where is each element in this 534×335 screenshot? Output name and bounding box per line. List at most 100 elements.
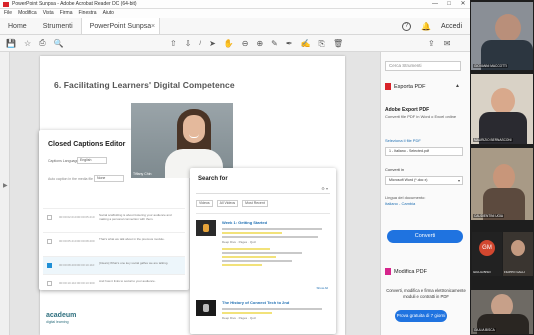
result-show-all[interactable]: Show All	[316, 286, 328, 290]
participant-name: CAUDIENTINI UGIA	[473, 214, 505, 218]
search-result[interactable]: Week 1: Getting Started Deep Dive · Page…	[196, 220, 330, 290]
participant-tile[interactable]: FILIPPO GALLI	[503, 232, 533, 276]
maximize-button[interactable]: □	[442, 0, 456, 9]
export-pdf-section[interactable]: Esporta PDF	[385, 83, 425, 90]
search-panel: Search for ⚙ ▾ Videos All Videos Most Re…	[190, 168, 336, 334]
mail-icon[interactable]: ✉	[444, 39, 451, 48]
caption-row[interactable]: 00:00:10.110 00:00:13.300 And how it lin…	[43, 274, 185, 292]
participant-head	[495, 14, 521, 42]
menu-aiuto[interactable]: Aiuto	[103, 9, 114, 18]
result-title[interactable]: Week 1: Getting Started	[222, 220, 267, 225]
filter-all-videos[interactable]: All Videos	[216, 200, 239, 207]
caption-row[interactable]: 00:00:02.010 00:00:05.210 Social scaffol…	[43, 208, 185, 226]
window-title: PowerPoint Sunpsa - Adobe Acrobat Reader…	[12, 1, 137, 7]
caption-checkbox[interactable]	[47, 281, 52, 286]
delete-icon[interactable]: 🗑	[333, 39, 343, 48]
print-icon[interactable]: ⎙	[39, 38, 45, 48]
sign-icon[interactable]: ✍	[301, 39, 311, 48]
hand-icon[interactable]: ✋	[224, 39, 234, 48]
modify-pdf-label: Modifica PDF	[394, 268, 428, 275]
participant-tile[interactable]: GIULIA BISCA	[471, 290, 533, 334]
tab-strumenti[interactable]: Strumenti	[35, 18, 81, 34]
result-line	[222, 236, 318, 238]
free-trial-button[interactable]: Prova gratuita di 7 giorni	[395, 310, 447, 322]
participant-tile[interactable]: MAURIZIO BERNASCONI	[471, 74, 533, 144]
filter-most-recent[interactable]: Most Recent	[242, 200, 268, 207]
save-icon[interactable]: 💾	[6, 39, 16, 48]
caption-checkbox[interactable]	[47, 263, 52, 268]
left-nav-strip: ▶	[0, 52, 10, 335]
selected-file-field[interactable]: 1 - Italiano - Selected.pdf	[385, 147, 463, 156]
export-pdf-icon	[385, 83, 391, 90]
close-tab-icon[interactable]: ×	[151, 18, 155, 35]
caption-checkbox[interactable]	[47, 239, 52, 244]
export-pdf-label: Esporta PDF	[394, 83, 426, 90]
menu-finestra[interactable]: Finestra	[79, 9, 97, 18]
window-controls: — □ ✕	[428, 0, 470, 9]
caption-end: 00:00:10.110	[77, 263, 95, 267]
result-thumbnail[interactable]	[196, 300, 216, 316]
search-icon[interactable]: 🔍	[54, 39, 64, 48]
participant-avatar: GM	[479, 240, 495, 256]
caption-checkbox[interactable]	[47, 215, 52, 220]
convert-to-label: Converti in	[385, 167, 405, 172]
participant-tile[interactable]: GM GIULIA BISO	[472, 232, 502, 276]
chevron-up-icon[interactable]: ▲	[455, 83, 460, 89]
search-options-icon[interactable]: ⚙ ▾	[321, 186, 328, 191]
star-icon[interactable]: ☆	[24, 39, 31, 48]
expand-left-pane-icon[interactable]: ▶	[3, 182, 8, 189]
attach-icon[interactable]: ⎘	[319, 39, 325, 49]
menu-file[interactable]: File	[4, 9, 12, 18]
participant-tile[interactable]: GIOVANNI MACCOTTI	[471, 2, 533, 70]
filter-videos[interactable]: Videos	[196, 200, 213, 207]
comment-icon[interactable]: ✎	[271, 39, 278, 48]
adobe-export-desc: Converti file PDF in Word o Excel online	[385, 114, 457, 119]
participant-head	[493, 164, 515, 190]
close-button[interactable]: ✕	[456, 0, 470, 9]
result-highlight	[222, 232, 282, 234]
search-tools-input[interactable]: Cerca Strumenti	[385, 61, 461, 71]
result-meta: Deep Dive · Pages · Quiz	[222, 240, 257, 244]
minimize-button[interactable]: —	[428, 0, 442, 9]
acadeum-logo: acadeum	[46, 312, 77, 319]
caption-row-selected[interactable]: 00:00:08.200 00:00:10.110 [Clears] What'…	[43, 256, 185, 274]
cursor-icon[interactable]: ➤	[209, 39, 216, 48]
result-line	[222, 228, 322, 230]
participant-tile[interactable]: CAUDIENTINI UGIA	[471, 148, 533, 220]
caption-row[interactable]: 00:00:05.210 00:00:08.200 That's what we…	[43, 232, 185, 250]
search-result[interactable]: The History of Connect Tech to 2nd Deep …	[196, 300, 330, 330]
participant-name: GIULIA BISO	[473, 270, 491, 274]
share-icon[interactable]: ⇪	[428, 39, 435, 48]
upload-icon[interactable]: ⇧	[170, 39, 177, 48]
promo-text: Converti, modifica e firma elettronicame…	[386, 288, 466, 299]
help-icon[interactable]: ?	[402, 22, 412, 31]
adobe-export-title: Adobe Export PDF	[385, 107, 430, 113]
download-icon[interactable]: ⇩	[185, 39, 192, 48]
auto-caption-select[interactable]: None	[94, 175, 124, 182]
zoom-in-icon[interactable]: ⊕	[256, 39, 263, 48]
convert-button[interactable]: Converti	[387, 230, 463, 243]
result-thumbnail[interactable]	[196, 220, 216, 236]
captions-language-select[interactable]: English	[77, 157, 107, 164]
bell-icon[interactable]: 🔔	[421, 22, 431, 31]
search-field[interactable]: ⚙ ▾	[196, 185, 330, 194]
tab-document-label: PowerPoint Sunpsa	[89, 23, 152, 30]
participant-name: GIULIA BISCA	[473, 328, 496, 332]
document-language-value[interactable]: Italiano - Cambia	[385, 201, 415, 206]
search-filters: Videos All Videos Most Recent	[196, 200, 268, 207]
tab-home[interactable]: Home	[0, 18, 35, 34]
menu-modifica[interactable]: Modifica	[18, 9, 37, 18]
menu-vista[interactable]: Vista	[43, 9, 54, 18]
result-highlight	[222, 312, 272, 314]
search-panel-title: Search for	[198, 176, 228, 182]
convert-format-select[interactable]: Microsoft Word (*.doc x)	[385, 176, 463, 185]
accedi-button[interactable]: Accedi	[441, 23, 462, 30]
modify-pdf-section[interactable]: Modifica PDF	[385, 268, 427, 275]
tab-document[interactable]: PowerPoint Sunpsa ×	[80, 18, 161, 35]
captions-language-label: Captions Language	[48, 159, 79, 163]
zoom-out-icon[interactable]: ⊖	[242, 39, 249, 48]
captions-editor-title: Closed Captions Editor	[48, 141, 126, 148]
pen-icon[interactable]: ✒	[286, 39, 293, 48]
result-title[interactable]: The History of Connect Tech to 2nd	[222, 300, 289, 305]
menu-firma[interactable]: Firma	[60, 9, 73, 18]
